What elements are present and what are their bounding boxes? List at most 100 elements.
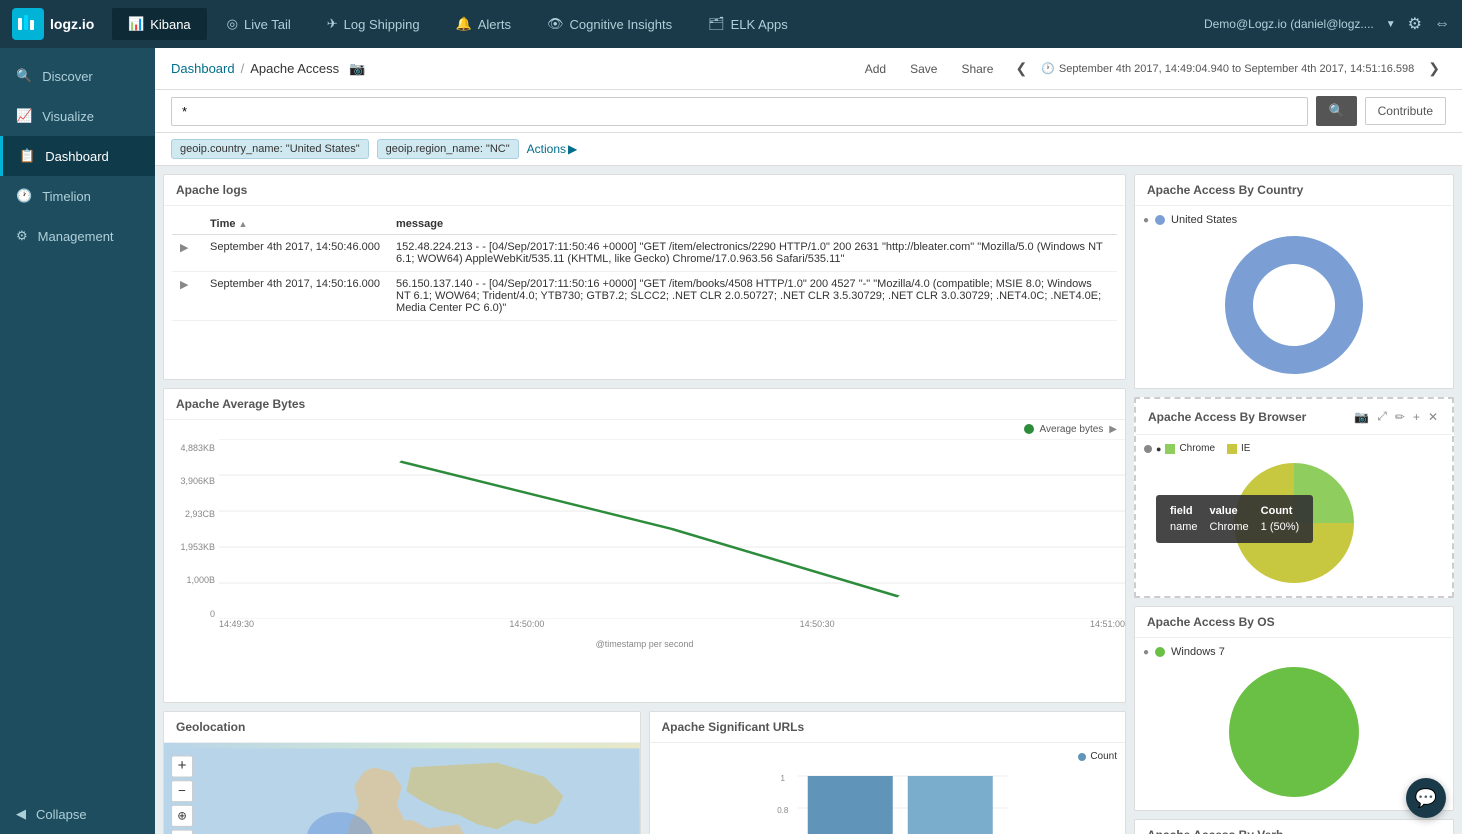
logo-icon — [12, 8, 44, 40]
save-button[interactable]: Save — [902, 58, 945, 80]
country-chart-area: ● United States — [1135, 206, 1453, 388]
nav-right: Demo@Logz.io (daniel@logz.... ▼ ⚙ ⇔ — [1204, 14, 1450, 34]
expand-arrow-2[interactable]: ▶ — [180, 279, 188, 291]
table-row: ▶ September 4th 2017, 14:50:46.000 152.4… — [172, 235, 1117, 272]
avg-bytes-legend: Average bytes ▶ — [164, 420, 1125, 439]
geo-title: Geolocation — [164, 712, 640, 743]
sig-urls-body: Count 1 0.8 0.6 0.4 0.2 — [650, 743, 1126, 834]
map-display: + − ⊕ ⬜ Leaflet | Map data © OpenStreetM… — [164, 743, 640, 834]
close-action-btn[interactable]: ✕ — [1426, 407, 1440, 426]
sidebar-collapse-btn[interactable]: ◀ Collapse — [0, 794, 155, 834]
verb-panel: Apache Access By Verb ● GET — [1134, 819, 1454, 834]
sort-indicator: ▲ — [239, 219, 248, 229]
filter-region[interactable]: geoip.region_name: "NC" — [377, 139, 519, 159]
logo[interactable]: logz.io — [12, 8, 112, 40]
top-navigation: logz.io 📊 Kibana ◎ Live Tail ✈ Log Shipp… — [0, 0, 1462, 48]
browser-legend-item: ● Chrome — [1144, 443, 1215, 454]
logshipping-icon: ✈ — [327, 16, 338, 32]
line-chart: 4,883KB 3,906KB 2,93CB 1,953KB 1,000B 0 — [164, 439, 1125, 639]
nav-livetail[interactable]: ◎ Live Tail — [211, 8, 307, 40]
nav-items: 📊 Kibana ◎ Live Tail ✈ Log Shipping 🔔 Al… — [112, 8, 1204, 40]
nav-elk[interactable]: 🗂 ELK Apps — [692, 8, 804, 40]
sidebar-item-management[interactable]: ⚙ Management — [0, 216, 155, 256]
avg-bytes-title: Apache Average Bytes — [164, 389, 1125, 420]
toolbar-actions: Add Save Share ❮ 🕐 September 4th 2017, 1… — [857, 56, 1446, 81]
x-axis-title: @timestamp per second — [164, 639, 1125, 653]
visualize-icon: 📈 — [16, 108, 32, 124]
apache-logs-title: Apache logs — [164, 175, 1125, 206]
play-icon: ▶ — [1109, 424, 1117, 435]
toolbar: Dashboard / Apache Access 📷 Add Save Sha… — [155, 48, 1462, 90]
os-pie-chart — [1224, 662, 1364, 802]
country-legend-icon: ● — [1143, 215, 1149, 226]
collapse-icon: ◀ — [16, 806, 26, 822]
search-button[interactable]: 🔍 — [1316, 96, 1356, 126]
tooltip-header-field: field — [1164, 503, 1204, 519]
expand-action-btn[interactable]: ⤢ — [1375, 407, 1389, 426]
sidebar-item-visualize[interactable]: 📈 Visualize — [0, 96, 155, 136]
camera-action-btn[interactable]: 📷 — [1352, 407, 1371, 426]
search-bar: 🔍 Contribute — [155, 90, 1462, 133]
chat-button[interactable]: 💬 — [1406, 778, 1446, 818]
nav-cognitive[interactable]: 👁 Cognitive Insights — [531, 8, 688, 40]
elk-icon: 🗂 — [708, 16, 725, 32]
nav-logshipping[interactable]: ✈ Log Shipping — [311, 8, 436, 40]
share-button[interactable]: Share — [953, 58, 1001, 80]
contribute-button[interactable]: Contribute — [1365, 97, 1446, 125]
kibana-icon: 📊 — [128, 16, 144, 32]
alerts-icon: 🔔 — [456, 16, 472, 32]
nav-kibana[interactable]: 📊 Kibana — [112, 8, 207, 40]
country-donut-chart — [1219, 230, 1369, 380]
edit-action-btn[interactable]: ✏ — [1393, 407, 1407, 426]
expand-arrow-1[interactable]: ▶ — [180, 242, 188, 254]
right-column: Apache Access By Country ● United States — [1134, 174, 1454, 834]
apache-avg-bytes-panel: Apache Average Bytes Average bytes ▶ 4,8… — [163, 388, 1126, 704]
log-time-1: September 4th 2017, 14:50:46.000 — [202, 235, 388, 272]
browser-legend: ● Chrome IE — [1144, 443, 1250, 454]
camera-icon[interactable]: 📷 — [349, 61, 365, 77]
discover-icon: 🔍 — [16, 68, 32, 84]
prev-button[interactable]: ❮ — [1009, 56, 1033, 81]
sidebar-item-timelion[interactable]: 🕐 Timelion — [0, 176, 155, 216]
layout: 🔍 Discover 📈 Visualize 📋 Dashboard 🕐 Tim… — [0, 48, 1462, 834]
svg-text:+: + — [178, 758, 187, 775]
dropdown-icon: ▼ — [1386, 19, 1396, 30]
time-column-header[interactable]: Time ▲ — [202, 214, 388, 235]
os-legend-icon: ● — [1143, 647, 1149, 658]
sidebar-item-dashboard[interactable]: 📋 Dashboard — [0, 136, 155, 176]
breadcrumb-parent[interactable]: Dashboard — [171, 61, 235, 76]
log-message-2: 56.150.137.140 - - [04/Sep/2017:11:50:16… — [388, 272, 1117, 321]
management-icon: ⚙ — [16, 228, 28, 244]
apache-logs-body: Time ▲ message ▶ September 4th 2017, 14:… — [164, 206, 1125, 329]
next-button[interactable]: ❯ — [1422, 56, 1446, 81]
nav-alerts[interactable]: 🔔 Alerts — [440, 8, 527, 40]
time-range: 🕐 September 4th 2017, 14:49:04.940 to Se… — [1041, 62, 1414, 75]
filter-country[interactable]: geoip.country_name: "United States" — [171, 139, 369, 159]
country-panel: Apache Access By Country ● United States — [1134, 174, 1454, 389]
plus-action-btn[interactable]: + — [1411, 407, 1422, 426]
chart-content — [219, 439, 1125, 619]
logo-text: logz.io — [50, 16, 94, 32]
cognitive-icon: 👁 — [547, 16, 564, 32]
clock-icon: 🕐 — [1041, 62, 1055, 75]
dashboard-grid: Apache logs Time ▲ message — [155, 166, 1462, 834]
actions-button[interactable]: Actions ▶ — [527, 142, 578, 156]
add-button[interactable]: Add — [857, 58, 894, 80]
browser-title: Apache Access By Browser 📷 ⤢ ✏ + ✕ — [1136, 399, 1452, 435]
verb-title: Apache Access By Verb — [1135, 820, 1453, 834]
browser-chart-area: ● Chrome IE — [1136, 435, 1452, 596]
svg-text:−: − — [178, 783, 186, 798]
svg-text:1: 1 — [780, 774, 785, 783]
dashboard-icon: 📋 — [19, 148, 35, 164]
log-time-2: September 4th 2017, 14:50:16.000 — [202, 272, 388, 321]
y-axis-labels: 4,883KB 3,906KB 2,93CB 1,953KB 1,000B 0 — [164, 439, 219, 619]
expand-icon[interactable]: ⇔ — [1434, 15, 1450, 33]
breadcrumb: Dashboard / Apache Access 📷 — [171, 61, 365, 77]
sidebar-bottom: ◀ Collapse — [0, 794, 155, 834]
filter-bar: geoip.country_name: "United States" geoi… — [155, 133, 1462, 166]
search-input[interactable] — [171, 97, 1308, 126]
tooltip-value-chrome: Chrome — [1204, 519, 1255, 535]
settings-icon[interactable]: ⚙ — [1408, 14, 1422, 34]
tooltip-header-count: Count — [1255, 503, 1306, 519]
sidebar-item-discover[interactable]: 🔍 Discover — [0, 56, 155, 96]
